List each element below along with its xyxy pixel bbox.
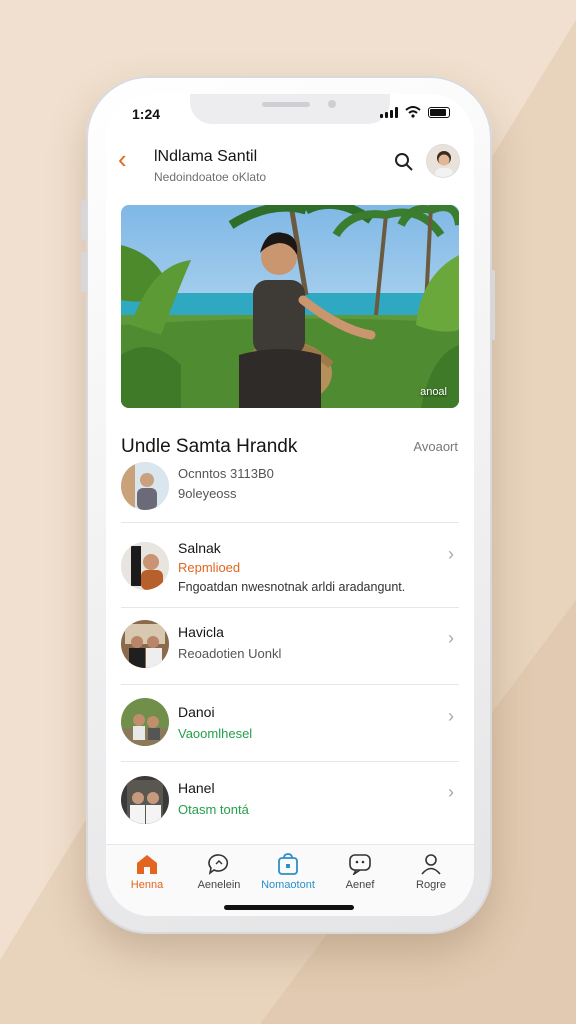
list-item-name: Havicla [178,624,224,640]
section-title: Undle Samta Hrandk [121,436,298,457]
power-button [490,270,495,340]
divider [121,761,459,762]
message-icon [349,854,371,875]
tab-label: Henna [130,879,164,891]
list-item[interactable]: Hanel Otasm tontá › [106,770,474,838]
chevron-right-icon: › [448,544,454,564]
tab-home[interactable]: Henna [114,853,180,891]
tab-chats[interactable]: Aenelein [186,853,252,891]
list-item-sub: 9oleyeoss [178,486,237,501]
back-chevron-icon[interactable]: ‹ [118,146,127,172]
volume-up-button [81,200,86,240]
avatar [121,698,169,746]
tab-label: Rogre [416,879,446,891]
tab-label: Aenef [345,879,375,891]
divider [121,607,459,608]
notch [190,94,390,124]
list-item-sub: Reoadotien Uonkl [178,646,282,661]
header-subtitle: Nedoindoatoe oKlato [154,170,267,184]
person-icon [421,854,441,875]
bag-icon [278,853,298,875]
chat-header: ‹ lNdlama Santil Nedoindoatoe oKlato [106,140,474,190]
list-item-description: Fngoatdan nwesnotnak arldi aradangunt. [178,580,406,594]
avatar [121,620,169,668]
list-item-status: Repmlioed [178,560,241,575]
list-item-status: Vaoomlhesel [178,726,253,741]
signal-icon [380,106,398,118]
section-link[interactable]: Avoaort [413,439,458,454]
header-title: lNdlama Santil [154,148,258,165]
avatar [121,462,169,510]
list-item[interactable]: Havicla Reoadotien Uonkl › [106,616,474,684]
status-icons [380,106,450,118]
tab-messages[interactable]: Aenef [327,853,393,891]
list-item[interactable]: Danoi Vaoomlhesel › [106,694,474,762]
status-time: 1:24 [132,106,161,122]
volume-down-button [81,252,86,292]
list-item[interactable]: Ocnntos 3113B0 9oleyeoss [106,458,474,522]
hero-badge: anoal [420,386,447,398]
wifi-icon [405,106,421,118]
list-item-name: Danoi [178,704,215,720]
profile-avatar[interactable] [426,144,460,178]
tab-shop[interactable]: Nomaotont [255,853,321,891]
list-item[interactable]: Salnak Repmlioed Fngoatdan nwesnotnak ar… [106,534,474,602]
chat-icon [208,854,229,875]
tab-label: Nomaotont [261,879,315,891]
list-item-name: Ocnntos 3113B0 [178,466,274,481]
avatar [121,776,169,824]
list-item-status: Otasm tontá [178,802,249,817]
list-item-name: Hanel [178,780,215,796]
chevron-right-icon: › [448,706,454,726]
search-icon[interactable] [394,152,414,172]
divider [121,684,459,685]
chevron-right-icon: › [448,628,454,648]
divider [121,522,459,523]
app-screen: 1:24 ‹ lNdlama Santil Nedoindoatoe oKlat… [106,94,474,916]
tab-label: Aenelein [197,879,241,891]
avatar [121,542,169,590]
chevron-right-icon: › [448,782,454,802]
hero-photo[interactable]: anoal [121,205,459,408]
home-icon [137,855,157,874]
home-indicator[interactable] [224,905,354,910]
list-item-name: Salnak [178,540,221,556]
tab-profile[interactable]: Rogre [398,853,464,891]
battery-icon [428,106,450,118]
